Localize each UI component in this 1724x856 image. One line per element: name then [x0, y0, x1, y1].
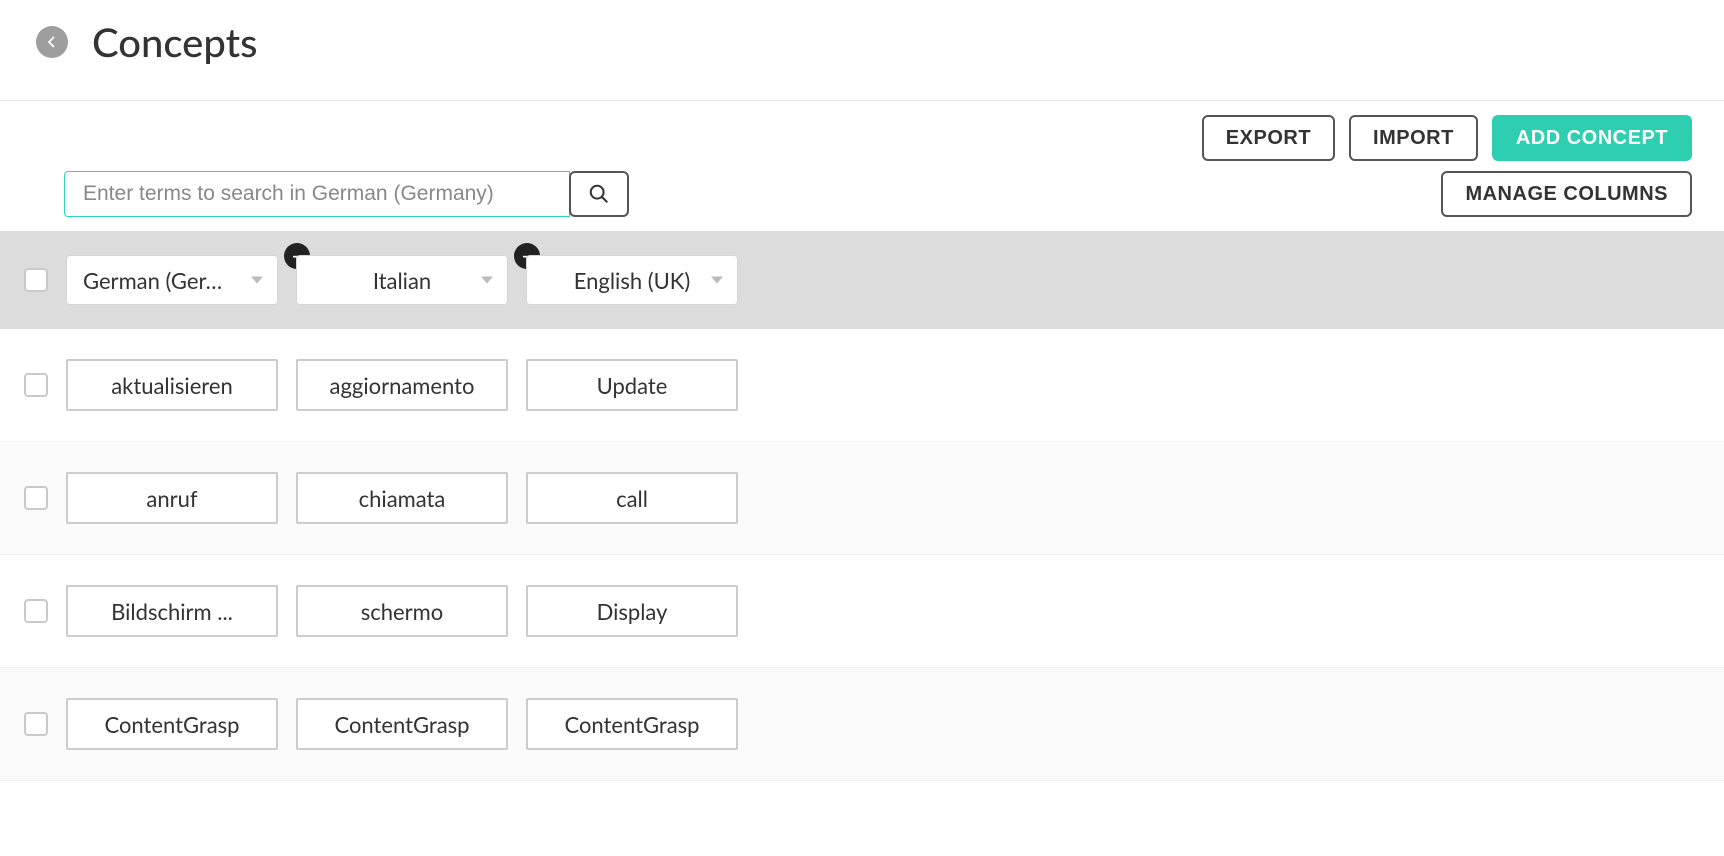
export-button[interactable]: EXPORT [1202, 115, 1335, 161]
language-select-english-uk[interactable]: English (UK) [526, 255, 738, 305]
language-select-german[interactable]: German (Ger… [66, 255, 278, 305]
term-cell[interactable]: aggiornamento [296, 359, 508, 411]
back-button[interactable] [36, 26, 68, 58]
row-checkbox[interactable] [24, 486, 48, 510]
page-title: Concepts [92, 18, 257, 66]
term-cell[interactable]: aktualisieren [66, 359, 278, 411]
toolbar: EXPORT IMPORT ADD CONCEPT MANAGE COLUMNS [0, 100, 1724, 231]
term-cell[interactable]: anruf [66, 472, 278, 524]
term-cell[interactable]: Display [526, 585, 738, 637]
term-cell[interactable]: schermo [296, 585, 508, 637]
import-button[interactable]: IMPORT [1349, 115, 1478, 161]
chevron-down-icon [711, 277, 723, 284]
term-cell[interactable]: Bildschirm ... [66, 585, 278, 637]
language-select-label: German (Ger… [83, 267, 222, 294]
primary-button-row: EXPORT IMPORT ADD CONCEPT [1202, 115, 1692, 161]
column-header-0: German (Ger… [66, 255, 278, 305]
row-checkbox[interactable] [24, 373, 48, 397]
page-header: Concepts [0, 0, 1724, 100]
search-input[interactable] [64, 171, 570, 217]
row-checkbox[interactable] [24, 599, 48, 623]
table-row: anruf chiamata call [0, 442, 1724, 555]
language-select-label: English (UK) [574, 267, 691, 294]
language-select-italian[interactable]: Italian [296, 255, 508, 305]
row-checkbox[interactable] [24, 712, 48, 736]
term-cell[interactable]: Update [526, 359, 738, 411]
term-cell[interactable]: ContentGrasp [66, 698, 278, 750]
term-cell[interactable]: ContentGrasp [526, 698, 738, 750]
table-body: aktualisieren aggiornamento Update anruf… [0, 329, 1724, 781]
arrow-left-icon [43, 33, 61, 51]
table-row: Bildschirm ... schermo Display [0, 555, 1724, 668]
language-select-label: Italian [373, 267, 431, 294]
search-button[interactable] [569, 171, 629, 217]
manage-columns-button[interactable]: MANAGE COLUMNS [1441, 171, 1692, 217]
term-cell[interactable]: ContentGrasp [296, 698, 508, 750]
term-cell[interactable]: call [526, 472, 738, 524]
chevron-down-icon [481, 277, 493, 284]
search-icon [588, 183, 610, 205]
term-cell[interactable]: chiamata [296, 472, 508, 524]
table-row: aktualisieren aggiornamento Update [0, 329, 1724, 442]
table-row: ContentGrasp ContentGrasp ContentGrasp [0, 668, 1724, 781]
table-header-row: German (Ger… − Italian − English (UK) [0, 231, 1724, 329]
add-concept-button[interactable]: ADD CONCEPT [1492, 115, 1692, 161]
chevron-down-icon [251, 277, 263, 284]
column-header-2: − English (UK) [526, 255, 738, 305]
action-buttons: EXPORT IMPORT ADD CONCEPT MANAGE COLUMNS [1202, 115, 1692, 217]
column-header-1: − Italian [296, 255, 508, 305]
secondary-button-row: MANAGE COLUMNS [1441, 171, 1692, 217]
search-group [64, 171, 629, 217]
select-all-checkbox[interactable] [24, 268, 48, 292]
